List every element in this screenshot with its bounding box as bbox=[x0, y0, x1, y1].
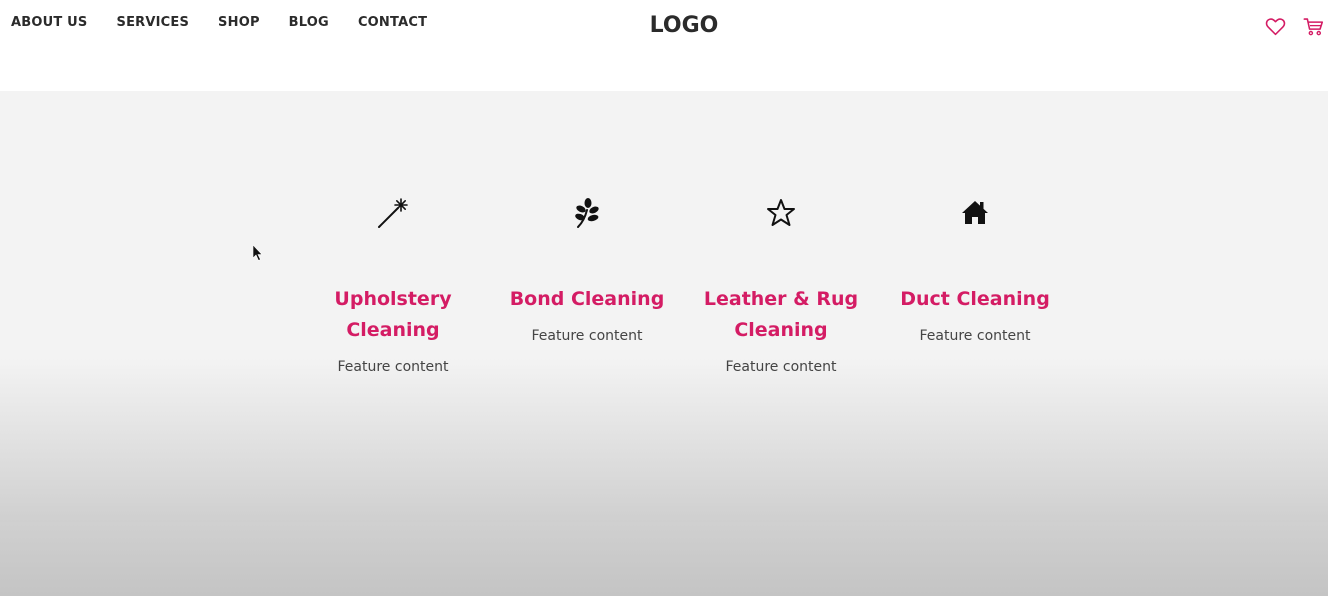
feature-title: Leather & Rug Cleaning bbox=[703, 288, 859, 341]
mouse-cursor-icon bbox=[252, 244, 263, 261]
feature-card: Upholstery Cleaning Feature content bbox=[313, 196, 473, 375]
site-logo[interactable]: LOGO bbox=[0, 13, 1328, 38]
leaf-icon bbox=[570, 196, 604, 230]
feature-title: Upholstery Cleaning bbox=[334, 288, 452, 341]
star-icon bbox=[764, 196, 798, 230]
site-header: ABOUT US SERVICES SHOP BLOG CONTACT LOGO bbox=[0, 0, 1328, 91]
feature-content: Feature content bbox=[919, 328, 1031, 344]
features-section: Upholstery Cleaning Feature content Bond… bbox=[0, 91, 1328, 522]
feature-content: Feature content bbox=[337, 359, 449, 375]
feature-content: Feature content bbox=[725, 359, 837, 375]
header-actions bbox=[1265, 16, 1324, 37]
home-icon bbox=[958, 196, 992, 230]
feature-title: Bond Cleaning bbox=[509, 288, 665, 310]
cart-icon[interactable] bbox=[1303, 16, 1324, 37]
feature-content: Feature content bbox=[531, 328, 643, 344]
feature-card: Leather & Rug Cleaning Feature content bbox=[701, 196, 861, 375]
bottom-section bbox=[0, 522, 1328, 596]
feature-title: Duct Cleaning bbox=[900, 288, 1050, 310]
magic-wand-icon bbox=[376, 196, 410, 230]
feature-card: Bond Cleaning Feature content bbox=[507, 196, 667, 344]
heart-icon[interactable] bbox=[1265, 16, 1286, 37]
feature-card: Duct Cleaning Feature content bbox=[895, 196, 1055, 344]
